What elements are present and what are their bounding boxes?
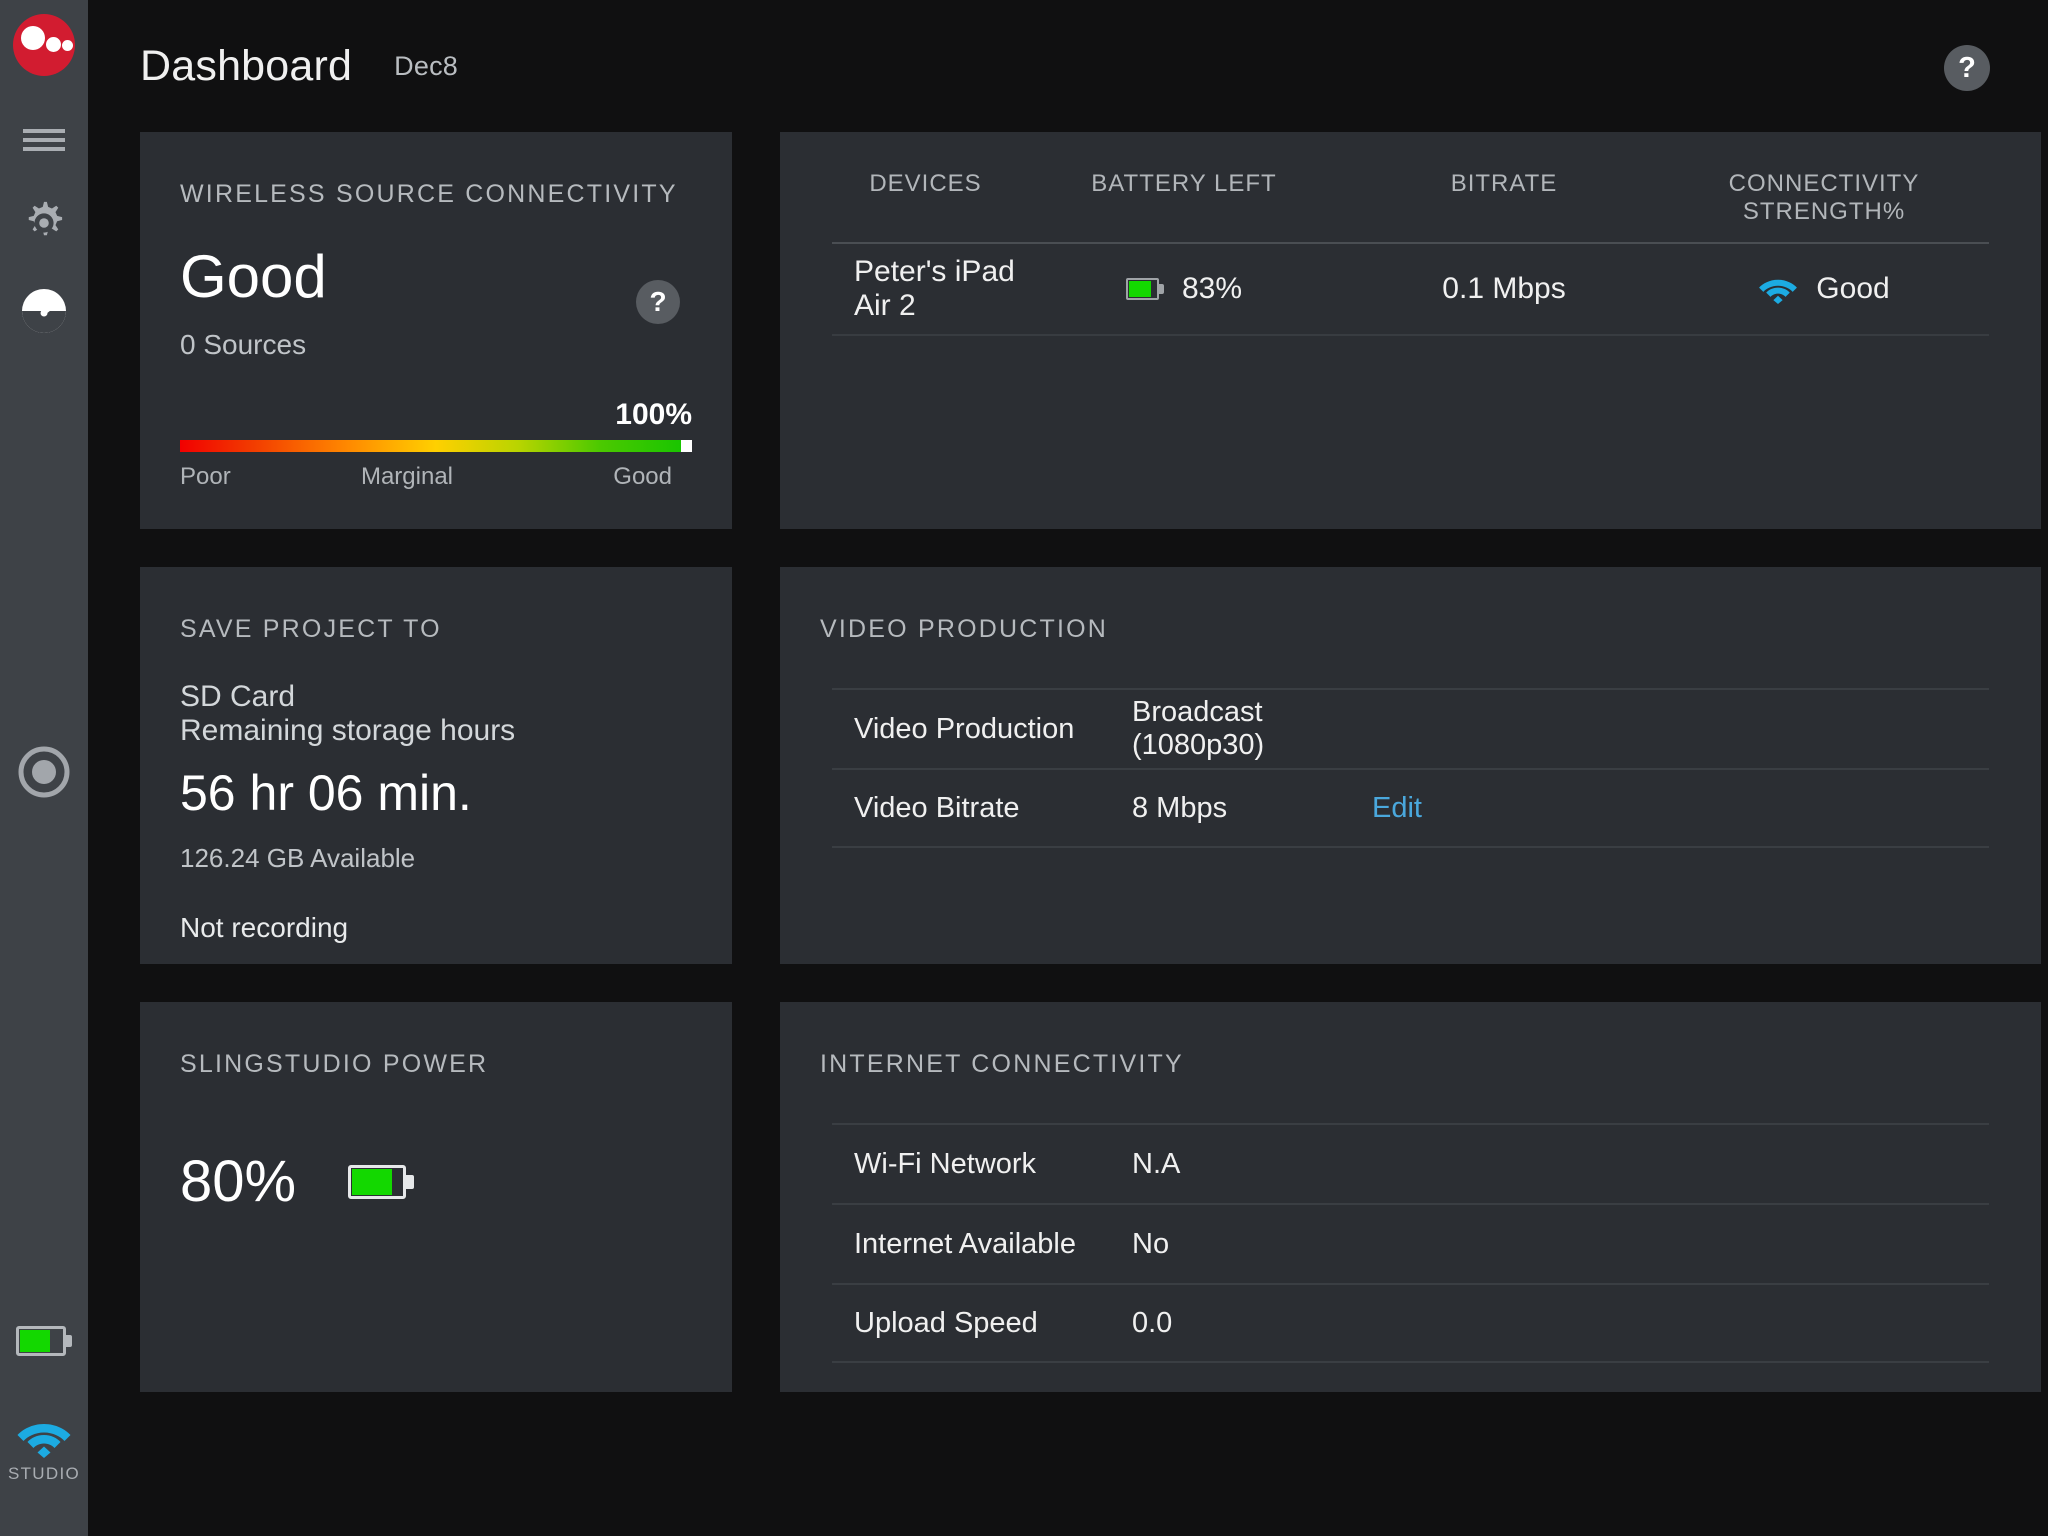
card-title: SAVE PROJECT TO (180, 615, 442, 643)
card-title: WIRELESS SOURCE CONNECTIVITY (180, 180, 678, 208)
record-button-icon[interactable] (0, 745, 88, 799)
upload-speed-value: 0.0 (1132, 1306, 1173, 1339)
power-status-row: 80% (140, 1079, 732, 1211)
list-item: Upload Speed 0.0 (832, 1283, 1989, 1363)
device-name: Peter's iPad Air 2 (854, 255, 1015, 322)
column-header-connectivity: CONNECTIVITY STRENGTH% (1659, 170, 1989, 226)
card-title: SLINGSTUDIO POWER (180, 1050, 489, 1078)
list-item: Wi-Fi Network N.A (832, 1123, 1989, 1203)
list-item: Video Production Broadcast (1080p30) (832, 688, 1989, 768)
meter-knob (681, 440, 692, 452)
video-bitrate-value: 8 Mbps (1132, 791, 1228, 824)
wireless-help-button[interactable]: ? (636, 280, 680, 324)
device-connectivity-cell: Good (1659, 272, 1989, 306)
gear-icon[interactable] (0, 200, 88, 246)
device-battery-cell: 83% (1019, 272, 1349, 306)
column-header-battery: BATTERY LEFT (1091, 170, 1277, 197)
save-project-card: SAVE PROJECT TO SD Card Remaining storag… (140, 567, 732, 964)
meter-label-poor: Poor (180, 463, 231, 490)
internet-available-key: Internet Available (854, 1227, 1076, 1260)
sidebar: STUDIO (0, 0, 88, 1536)
video-production-card: VIDEO PRODUCTION Video Production Broadc… (780, 567, 2041, 964)
video-production-value: Broadcast (1080p30) (1132, 696, 1265, 761)
sidebar-battery-icon (16, 1326, 72, 1356)
battery-fill (20, 1330, 50, 1352)
devices-card: DEVICES BATTERY LEFT BITRATE CONNECTIVIT… (780, 132, 2041, 529)
devices-table-header: DEVICES BATTERY LEFT BITRATE CONNECTIVIT… (832, 132, 1989, 244)
wifi-icon (17, 1424, 71, 1458)
column-header-connectivity-line2: STRENGTH% (1742, 198, 1906, 225)
video-bitrate-key: Video Bitrate (854, 791, 1020, 824)
battery-fill (1128, 281, 1151, 297)
header-date: Dec8 (394, 50, 459, 81)
battery-fill (352, 1169, 393, 1195)
internet-connectivity-card: INTERNET CONNECTIVITY Wi-Fi Network N.A … (780, 1002, 2041, 1392)
page-header: Dashboard Dec8 ? (88, 0, 2048, 132)
dashboard-grid: WIRELESS SOURCE CONNECTIVITY Good 0 Sour… (88, 132, 2048, 1392)
page-title: Dashboard (140, 41, 353, 90)
gauge-icon[interactable] (0, 286, 88, 336)
hamburger-menu-icon[interactable] (0, 124, 88, 156)
battery-cap (66, 1335, 72, 1347)
remaining-storage-label: Remaining storage hours (180, 714, 516, 747)
meter-gradient-bar (180, 440, 692, 452)
slingstudio-power-card: SLINGSTUDIO POWER 80% (140, 1002, 732, 1392)
meter-label-good: Good (613, 463, 672, 490)
edit-bitrate-link[interactable]: Edit (1372, 792, 1422, 825)
devices-table: DEVICES BATTERY LEFT BITRATE CONNECTIVIT… (780, 132, 2041, 336)
upload-speed-key: Upload Speed (854, 1306, 1038, 1339)
power-percent: 80% (180, 1149, 297, 1214)
video-production-list: Video Production Broadcast (1080p30) Vid… (780, 688, 2041, 848)
column-header-connectivity-line1: CONNECTIVITY (1728, 170, 1920, 197)
battery-icon (348, 1165, 415, 1199)
hamburger-bar (23, 138, 65, 142)
connectivity-meter: 100% Poor Marginal Good (180, 398, 692, 491)
hamburger-bar (23, 147, 65, 151)
battery-cap (406, 1175, 415, 1189)
wireless-source-connectivity-card: WIRELESS SOURCE CONNECTIVITY Good 0 Sour… (140, 132, 732, 529)
help-button[interactable]: ? (1944, 45, 1990, 91)
remaining-storage-time: 56 hr 06 min. (180, 765, 472, 821)
sidebar-status: STUDIO (0, 1326, 88, 1484)
list-item: Video Bitrate 8 Mbps Edit (832, 768, 1989, 848)
device-battery-value: 83% (1181, 272, 1243, 305)
save-destination: SD Card (180, 680, 296, 713)
internet-connectivity-list: Wi-Fi Network N.A Internet Available No … (780, 1123, 2041, 1363)
device-connectivity-value: Good (1816, 272, 1890, 305)
logo-dot-large (21, 26, 45, 50)
sidebar-wifi-status: STUDIO (8, 1416, 80, 1484)
list-item: Internet Available No (832, 1203, 1989, 1283)
wifi-network-value: N.A (1132, 1147, 1181, 1180)
app-root: STUDIO Dashboard Dec8 ? WIRELESS SOURCE … (0, 0, 2048, 1536)
recording-status: Not recording (180, 912, 349, 943)
table-row[interactable]: Peter's iPad Air 2 83% 0.1 Mbps Good (832, 244, 1989, 336)
storage-available: 126.24 GB Available (180, 843, 416, 873)
hamburger-bar (23, 129, 65, 133)
internet-available-value: No (1132, 1227, 1170, 1260)
device-bitrate-value: 0.1 Mbps (1442, 272, 1566, 305)
meter-scale-labels: Poor Marginal Good (180, 463, 692, 491)
video-production-key: Video Production (854, 712, 1075, 745)
column-header-devices: DEVICES (869, 170, 982, 197)
battery-cap (1158, 284, 1164, 294)
meter-label-marginal: Marginal (360, 463, 454, 490)
battery-icon (1125, 278, 1164, 300)
logo-dot-medium (46, 37, 61, 52)
wifi-icon (1759, 279, 1798, 304)
logo-dot-small (62, 40, 73, 51)
slingstudio-logo-icon[interactable] (13, 14, 75, 76)
wifi-network-key: Wi-Fi Network (854, 1147, 1037, 1180)
card-title: VIDEO PRODUCTION (820, 615, 1108, 643)
sidebar-wifi-label: STUDIO (7, 1464, 81, 1483)
meter-percent-label: 100% (615, 398, 692, 431)
card-title: INTERNET CONNECTIVITY (820, 1050, 1184, 1078)
column-header-bitrate: BITRATE (1450, 170, 1558, 197)
main-content: Dashboard Dec8 ? WIRELESS SOURCE CONNECT… (88, 0, 2048, 1536)
